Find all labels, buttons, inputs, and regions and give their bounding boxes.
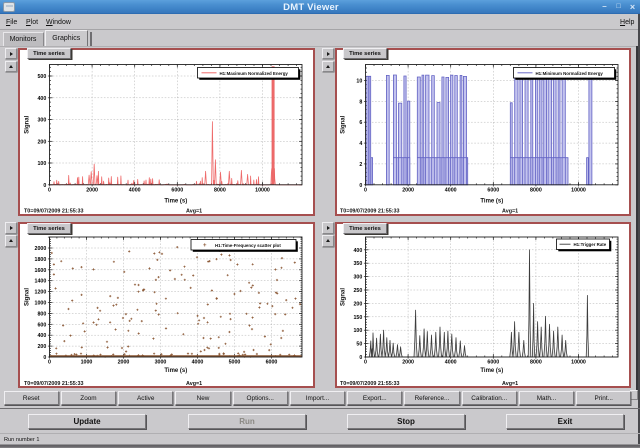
svg-text:6000: 6000 xyxy=(487,187,499,193)
svg-text:500: 500 xyxy=(37,74,46,80)
svg-text:H1:Time-Frequency scatter plot: H1:Time-Frequency scatter plot xyxy=(215,243,281,248)
svg-text:10000: 10000 xyxy=(255,187,270,193)
svg-text:300: 300 xyxy=(353,275,362,281)
svg-text:10: 10 xyxy=(356,78,362,84)
svg-text:8000: 8000 xyxy=(214,187,226,193)
svg-text:H1:Minimum Normalized Energy: H1:Minimum Normalized Energy xyxy=(536,70,604,75)
svg-text:T0=09/07/2009 21:55:33: T0=09/07/2009 21:55:33 xyxy=(24,208,84,214)
svg-text:Time (s): Time (s) xyxy=(164,198,187,204)
svg-text:1600: 1600 xyxy=(35,268,47,274)
svg-text:Time (s): Time (s) xyxy=(164,368,187,374)
svg-text:T0=09/07/2009 21:55:33: T0=09/07/2009 21:55:33 xyxy=(24,381,84,386)
svg-text:Time (s): Time (s) xyxy=(480,368,503,374)
svg-text:100: 100 xyxy=(37,161,46,167)
svg-text:250: 250 xyxy=(353,288,362,294)
svg-text:0: 0 xyxy=(359,355,362,361)
svg-text:150: 150 xyxy=(353,315,362,321)
svg-text:1000: 1000 xyxy=(35,301,47,307)
svg-text:4000: 4000 xyxy=(192,360,204,366)
svg-text:0: 0 xyxy=(364,187,367,193)
svg-text:10000: 10000 xyxy=(571,360,586,366)
svg-text:6000: 6000 xyxy=(487,360,499,366)
svg-text:50: 50 xyxy=(356,342,362,348)
svg-text:4000: 4000 xyxy=(445,360,457,366)
svg-text:8000: 8000 xyxy=(530,360,542,366)
svg-text:200: 200 xyxy=(37,139,46,145)
svg-text:Time (s): Time (s) xyxy=(480,198,503,204)
svg-text:2: 2 xyxy=(359,161,362,167)
svg-text:10000: 10000 xyxy=(571,187,586,193)
svg-text:0: 0 xyxy=(48,187,51,193)
svg-text:100: 100 xyxy=(353,328,362,334)
svg-text:8000: 8000 xyxy=(530,187,542,193)
svg-text:Signal: Signal xyxy=(25,115,31,133)
svg-text:4000: 4000 xyxy=(445,187,457,193)
svg-text:200: 200 xyxy=(353,301,362,307)
svg-text:400: 400 xyxy=(37,333,46,339)
svg-text:600: 600 xyxy=(37,322,46,328)
svg-text:2000: 2000 xyxy=(118,360,130,366)
svg-text:2000: 2000 xyxy=(35,246,47,252)
svg-text:6: 6 xyxy=(359,120,362,126)
svg-text:H1:Trigger Rate: H1:Trigger Rate xyxy=(574,242,607,247)
svg-text:Avg=1: Avg=1 xyxy=(502,381,518,386)
svg-text:Avg=1: Avg=1 xyxy=(186,381,202,386)
svg-text:1800: 1800 xyxy=(35,257,47,263)
svg-text:0: 0 xyxy=(43,355,46,361)
svg-text:0: 0 xyxy=(43,182,46,188)
svg-text:Signal: Signal xyxy=(341,288,347,306)
svg-text:4: 4 xyxy=(359,141,362,147)
svg-text:0: 0 xyxy=(359,182,362,188)
svg-text:2000: 2000 xyxy=(402,360,414,366)
svg-text:400: 400 xyxy=(37,95,46,101)
svg-text:200: 200 xyxy=(37,344,46,350)
svg-text:8: 8 xyxy=(359,99,362,105)
svg-text:T0=09/07/2009 21:55:33: T0=09/07/2009 21:55:33 xyxy=(340,381,400,386)
svg-text:300: 300 xyxy=(37,117,46,123)
svg-text:T0=09/07/2009 21:55:33: T0=09/07/2009 21:55:33 xyxy=(340,208,400,214)
svg-text:0: 0 xyxy=(364,360,367,366)
svg-text:H1:Maximum Normalized Energy: H1:Maximum Normalized Energy xyxy=(220,70,289,75)
svg-text:Signal: Signal xyxy=(25,288,31,306)
svg-text:0: 0 xyxy=(48,360,51,366)
svg-text:350: 350 xyxy=(353,261,362,267)
svg-text:Avg=1: Avg=1 xyxy=(502,208,518,214)
svg-text:2000: 2000 xyxy=(86,187,98,193)
svg-text:400: 400 xyxy=(353,248,362,254)
svg-text:5000: 5000 xyxy=(229,360,241,366)
svg-text:6000: 6000 xyxy=(171,187,183,193)
svg-text:3000: 3000 xyxy=(155,360,167,366)
svg-text:1200: 1200 xyxy=(35,290,47,296)
svg-text:1400: 1400 xyxy=(35,279,47,285)
svg-text:4000: 4000 xyxy=(129,187,141,193)
svg-text:800: 800 xyxy=(37,311,46,317)
svg-text:Signal: Signal xyxy=(341,115,347,133)
svg-text:1000: 1000 xyxy=(81,360,93,366)
svg-text:+: + xyxy=(203,243,207,249)
svg-text:6000: 6000 xyxy=(266,360,278,366)
svg-text:Avg=1: Avg=1 xyxy=(186,208,202,214)
svg-text:2000: 2000 xyxy=(402,187,414,193)
